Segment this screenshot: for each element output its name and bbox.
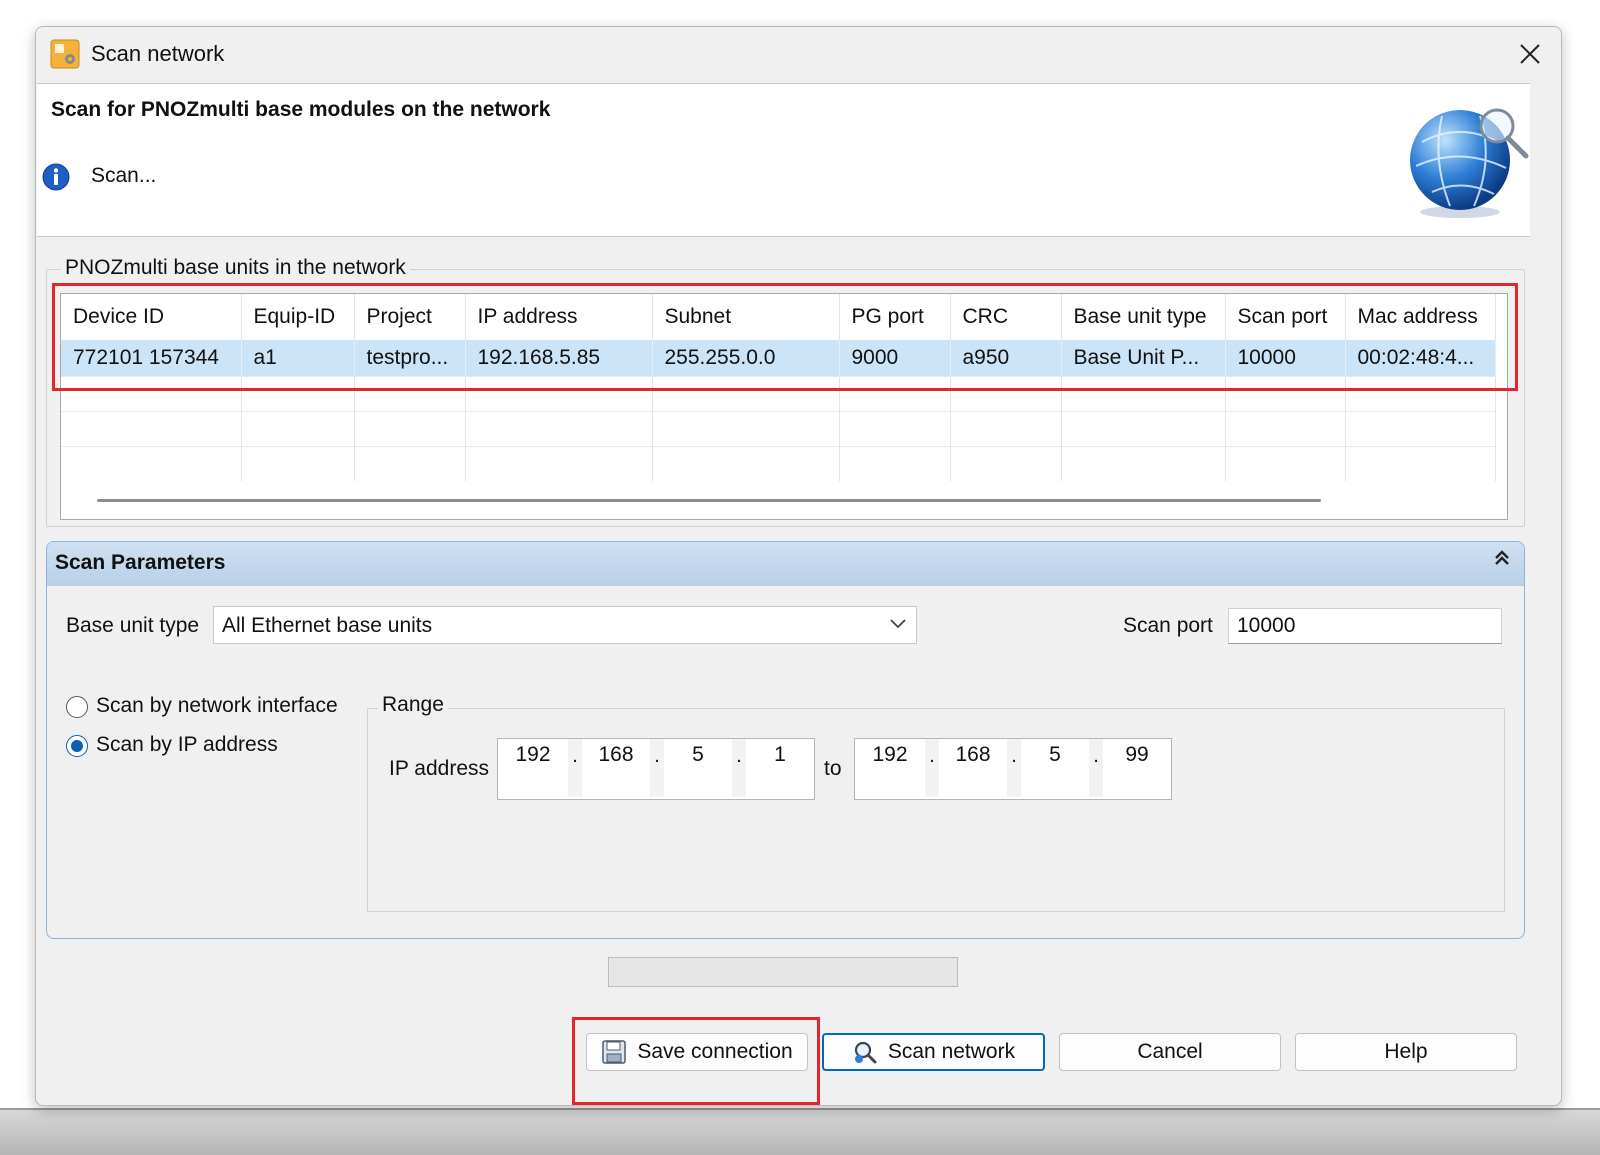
empty-row <box>61 446 1496 481</box>
table-highlight-box <box>52 283 1518 391</box>
scan-parameters-title: Scan Parameters <box>55 551 226 574</box>
empty-row <box>61 411 1496 447</box>
scan-parameters-header[interactable]: Scan Parameters <box>47 542 1524 586</box>
base-unit-type-label: Base unit type <box>66 614 200 637</box>
ip-dot: . <box>925 739 939 797</box>
ip-dot: . <box>1089 739 1103 797</box>
help-button[interactable]: Help <box>1295 1033 1517 1071</box>
globe-search-icon <box>1410 108 1529 218</box>
horizontal-scrollbar[interactable] <box>97 499 1321 502</box>
radio-scan-by-ip-address-label[interactable]: Scan by IP address <box>96 733 278 757</box>
header-title: Scan for PNOZmulti base modules on the n… <box>51 98 551 121</box>
scan-network-dialog: Scan network Scan for PNOZmulti base mod… <box>35 26 1562 1106</box>
close-icon <box>1520 44 1540 64</box>
close-button[interactable] <box>1513 37 1547 71</box>
ip-from-octet-3[interactable]: 5 <box>664 739 732 797</box>
title-bar: Scan network <box>36 27 1561 83</box>
ip-from-input[interactable]: 192 . 168 . 5 . 1 <box>497 738 815 800</box>
cancel-label: Cancel <box>1137 1040 1203 1063</box>
save-button-highlight-box <box>572 1017 820 1105</box>
base-units-group-label: PNOZmulti base units in the network <box>61 256 410 280</box>
ip-to-octet-1[interactable]: 192 <box>855 739 925 797</box>
range-label: Range <box>378 693 448 717</box>
window-title: Scan network <box>91 41 225 66</box>
to-label: to <box>824 757 842 780</box>
scan-status: Scan... <box>91 164 157 187</box>
chevron-down-icon <box>890 619 906 629</box>
base-unit-type-value: All Ethernet base units <box>222 614 433 637</box>
ip-from-octet-2[interactable]: 168 <box>582 739 650 797</box>
ip-to-octet-4[interactable]: 99 <box>1103 739 1171 797</box>
scan-network-button[interactable]: Scan network <box>822 1033 1045 1071</box>
scan-network-label: Scan network <box>887 1040 1016 1063</box>
radio-scan-by-network-interface-label[interactable]: Scan by network interface <box>96 694 338 718</box>
info-icon <box>42 163 70 191</box>
cancel-button[interactable]: Cancel <box>1059 1033 1281 1071</box>
scan-progress-bar <box>608 957 958 987</box>
dialog-header: Scan for PNOZmulti base modules on the n… <box>37 83 1530 237</box>
ip-from-octet-4[interactable]: 1 <box>746 739 814 797</box>
ip-dot: . <box>568 739 582 797</box>
ip-address-label: IP address <box>389 757 490 780</box>
radio-scan-by-network-interface[interactable] <box>66 696 88 718</box>
base-unit-type-select[interactable]: All Ethernet base units <box>213 606 917 644</box>
scan-port-input[interactable] <box>1228 608 1502 644</box>
ip-dot: . <box>732 739 746 797</box>
scan-port-label: Scan port <box>1123 614 1213 637</box>
search-network-icon <box>854 1041 877 1064</box>
scan-parameters-panel: Scan Parameters Base unit type All Ether… <box>46 541 1525 939</box>
taskbar-strip <box>0 1108 1600 1155</box>
ip-to-octet-2[interactable]: 168 <box>939 739 1007 797</box>
ip-to-octet-3[interactable]: 5 <box>1021 739 1089 797</box>
ip-from-octet-1[interactable]: 192 <box>498 739 568 797</box>
ip-dot: . <box>650 739 664 797</box>
app-icon <box>50 39 80 69</box>
ip-to-input[interactable]: 192 . 168 . 5 . 99 <box>854 738 1172 800</box>
help-label: Help <box>1384 1040 1428 1063</box>
ip-dot: . <box>1007 739 1021 797</box>
collapse-up-icon[interactable] <box>1494 548 1510 574</box>
radio-scan-by-ip-address[interactable] <box>66 735 88 757</box>
